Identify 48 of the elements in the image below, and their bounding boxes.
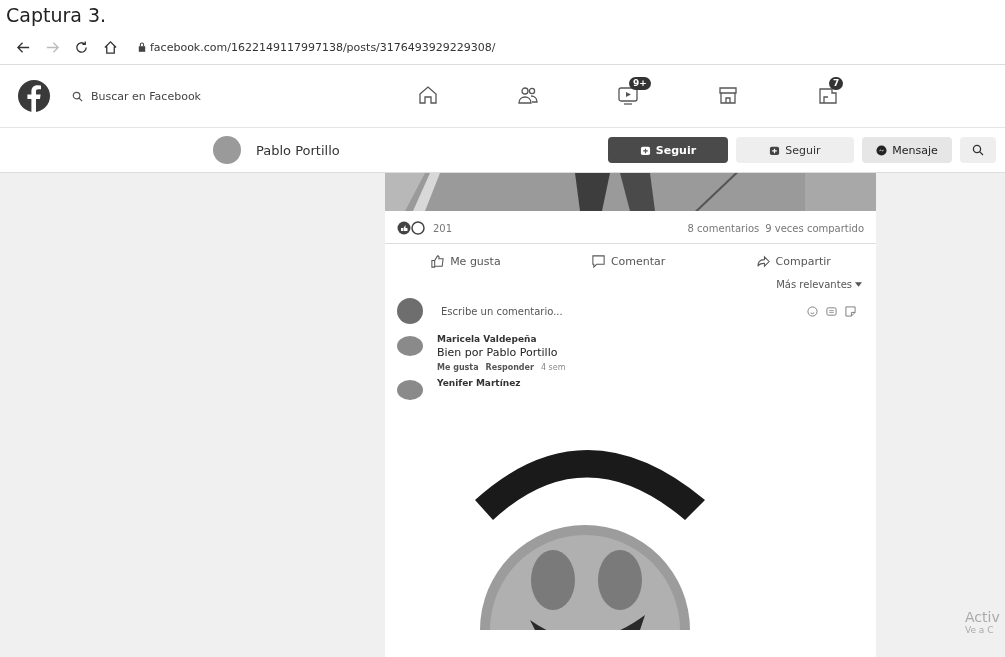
comment-time[interactable]: 4 sem [540, 363, 566, 372]
search-field[interactable]: Buscar en Facebook [89, 88, 263, 104]
home-icon[interactable] [103, 39, 118, 55]
speech-bubble-icon [590, 254, 606, 269]
avatar [213, 136, 241, 164]
avatar [397, 336, 423, 356]
avatar [397, 298, 423, 324]
notification-badge: 7 [829, 77, 844, 90]
share-count[interactable]: 9 veces compartido [765, 222, 864, 234]
plus-icon [639, 144, 651, 156]
sort-dropdown[interactable]: Más relevantes [776, 277, 862, 292]
comment-action-link[interactable]: Me gusta [437, 363, 479, 372]
search-icon [972, 144, 984, 156]
follow-button[interactable]: Seguir [608, 137, 728, 163]
search-button[interactable] [960, 137, 996, 163]
reload-icon[interactable] [74, 39, 89, 55]
profile-name[interactable]: Pablo Portillo [256, 142, 556, 158]
caption: Captura 3. [5, 3, 108, 28]
comment-author[interactable]: Yenifer Martínez [437, 378, 521, 388]
notification-badge: 9+ [629, 77, 651, 90]
comment-button[interactable]: Comentar [584, 250, 672, 273]
message-button[interactable]: Mensaje [862, 137, 952, 163]
people-icon[interactable] [517, 84, 539, 106]
follow-button[interactable]: Seguir [736, 137, 854, 163]
comment-field[interactable]: Escribe un comentario... [439, 304, 799, 318]
plus-icon [769, 144, 781, 156]
share-arrow-icon [755, 254, 771, 269]
avatar [397, 380, 423, 400]
sticker-icon[interactable] [845, 305, 856, 317]
comment-author[interactable]: Maricela Valdepeña [437, 334, 537, 344]
video-icon[interactable] [617, 84, 639, 106]
logo-icon[interactable] [18, 80, 50, 112]
home-icon[interactable] [417, 84, 439, 106]
comment-count[interactable]: 8 comentarios [687, 222, 760, 234]
search-icon [72, 90, 83, 102]
url-field[interactable]: facebook.com/1622149117997138/posts/3176493929229308/ [150, 40, 496, 54]
activation-notice-title: Activ [965, 609, 1001, 625]
like-button[interactable]: Me gusta [424, 250, 507, 273]
reaction-count[interactable]: 201 [433, 222, 453, 234]
share-button[interactable]: Compartir [749, 250, 837, 273]
lock-icon [138, 42, 146, 52]
comment-action-link[interactable]: Responder [485, 363, 534, 372]
thumbs-up-icon [430, 254, 446, 269]
emoji-icon[interactable] [807, 305, 818, 317]
comment-text: Bien por Pablo Portillo [437, 346, 558, 359]
reactions-icon[interactable] [397, 221, 427, 235]
caret-icon [855, 282, 862, 287]
store-icon[interactable] [717, 84, 739, 106]
